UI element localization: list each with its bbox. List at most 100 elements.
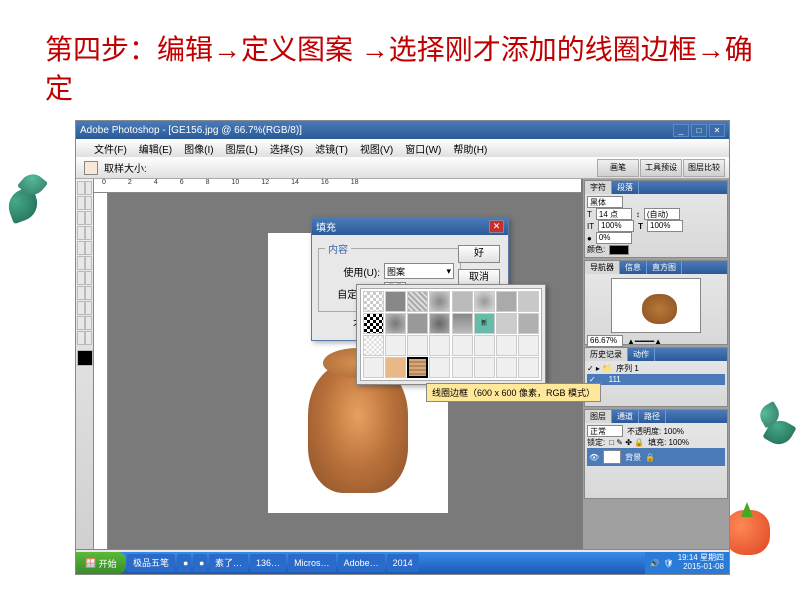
type-tool[interactable] xyxy=(85,286,93,300)
menu-window[interactable]: 窗口(W) xyxy=(405,141,441,156)
tab-history[interactable]: 历史记录 xyxy=(585,348,628,361)
pattern-item[interactable] xyxy=(429,357,450,378)
pattern-item[interactable] xyxy=(452,313,473,334)
system-tray[interactable]: 🔊🛡 19:14 星期四 2015-01-08 xyxy=(645,552,729,574)
blend-mode[interactable]: 正常 xyxy=(587,425,623,437)
leading[interactable]: (自动) xyxy=(644,208,680,220)
ime-indicator[interactable]: 极品五笔 xyxy=(127,554,175,572)
pattern-item[interactable] xyxy=(518,357,539,378)
move-tool[interactable] xyxy=(77,181,85,195)
close-button[interactable]: ✕ xyxy=(709,124,725,137)
pattern-item[interactable] xyxy=(496,291,517,312)
zoom-value[interactable]: 66.67% xyxy=(587,335,623,347)
pattern-item[interactable] xyxy=(429,291,450,312)
menu-filter[interactable]: 滤镜(T) xyxy=(315,141,348,156)
text-color[interactable] xyxy=(609,245,629,255)
pattern-item[interactable] xyxy=(363,313,384,334)
taskbar-item[interactable]: 素了… xyxy=(209,554,248,572)
dialog-titlebar[interactable]: 填充 ✕ xyxy=(312,218,508,235)
hand-tool[interactable] xyxy=(77,331,85,345)
vscale[interactable]: 100% xyxy=(598,220,634,232)
pattern-item[interactable] xyxy=(518,313,539,334)
pattern-item[interactable] xyxy=(518,335,539,356)
menu-select[interactable]: 选择(S) xyxy=(270,141,303,156)
dialog-close-button[interactable]: ✕ xyxy=(489,220,504,233)
start-button[interactable]: 🪟 开始 xyxy=(76,552,126,574)
blur-tool[interactable] xyxy=(77,271,85,285)
pattern-item[interactable] xyxy=(452,291,473,312)
tab-layers[interactable]: 图层 xyxy=(585,410,612,423)
dodge-tool[interactable] xyxy=(85,271,93,285)
pattern-item[interactable] xyxy=(429,313,450,334)
brushes-btn[interactable]: 画笔 xyxy=(597,159,639,177)
path-tool[interactable] xyxy=(77,286,85,300)
pattern-item[interactable] xyxy=(518,291,539,312)
pattern-item-selected[interactable] xyxy=(407,357,428,378)
eyedropper-tool[interactable] xyxy=(85,316,93,330)
history-brush-tool[interactable] xyxy=(85,241,93,255)
pen-tool[interactable] xyxy=(77,301,85,315)
taskbar-item[interactable]: 2014 xyxy=(387,554,419,572)
layer-compare-btn[interactable]: 图层比较 xyxy=(683,159,725,177)
hscale[interactable]: 100% xyxy=(647,220,683,232)
tool-icon[interactable] xyxy=(84,161,98,175)
stamp-tool[interactable] xyxy=(77,241,85,255)
zoom-tool[interactable] xyxy=(85,331,93,345)
pattern-item[interactable] xyxy=(407,313,428,334)
pattern-item[interactable] xyxy=(452,357,473,378)
gradient-tool[interactable] xyxy=(85,256,93,270)
pattern-item[interactable] xyxy=(407,335,428,356)
pattern-item[interactable] xyxy=(385,357,406,378)
pattern-item[interactable] xyxy=(385,335,406,356)
ps-titlebar[interactable]: Adobe Photoshop - [GE156.jpg @ 66.7%(RGB… xyxy=(76,121,729,139)
taskbar-item[interactable]: Micros… xyxy=(288,554,336,572)
pattern-item[interactable] xyxy=(363,291,384,312)
foreground-color[interactable] xyxy=(77,350,93,366)
pattern-item[interactable] xyxy=(474,291,495,312)
tab-navigator[interactable]: 导航器 xyxy=(585,261,620,274)
menu-help[interactable]: 帮助(H) xyxy=(453,141,487,156)
lasso-tool[interactable] xyxy=(77,196,85,210)
maximize-button[interactable]: □ xyxy=(691,124,707,137)
pattern-item[interactable] xyxy=(385,313,406,334)
pattern-item[interactable] xyxy=(474,335,495,356)
use-select[interactable]: 图案▾ xyxy=(384,263,454,279)
tool-presets-btn[interactable]: 工具预设 xyxy=(640,159,682,177)
pattern-item[interactable] xyxy=(474,357,495,378)
pattern-item[interactable] xyxy=(363,335,384,356)
tab-character[interactable]: 字符 xyxy=(585,181,612,194)
taskbar-item[interactable]: 136… xyxy=(250,554,286,572)
wand-tool[interactable] xyxy=(85,196,93,210)
tab-paths[interactable]: 路径 xyxy=(639,410,666,423)
tab-paragraph[interactable]: 段落 xyxy=(612,181,639,194)
brush-tool[interactable] xyxy=(85,226,93,240)
history-item-selected[interactable]: ✓ 111 xyxy=(587,374,725,385)
tab-actions[interactable]: 动作 xyxy=(628,348,655,361)
menu-file[interactable]: 文件(F) xyxy=(94,141,127,156)
tab-histogram[interactable]: 直方图 xyxy=(647,261,682,274)
menu-edit[interactable]: 编辑(E) xyxy=(139,141,172,156)
pattern-item[interactable] xyxy=(385,291,406,312)
pattern-item[interactable] xyxy=(429,335,450,356)
taskbar-item[interactable]: Adobe… xyxy=(338,554,385,572)
menu-view[interactable]: 视图(V) xyxy=(360,141,393,156)
pattern-item[interactable] xyxy=(496,335,517,356)
notes-tool[interactable] xyxy=(77,316,85,330)
pattern-item[interactable] xyxy=(496,357,517,378)
crop-tool[interactable] xyxy=(77,211,85,225)
tab-channels[interactable]: 通道 xyxy=(612,410,639,423)
menu-layer[interactable]: 图层(L) xyxy=(226,141,258,156)
marquee-tool[interactable] xyxy=(85,181,93,195)
tracking[interactable]: 0% xyxy=(596,232,632,244)
pattern-item[interactable] xyxy=(363,357,384,378)
layer-item[interactable]: 👁 背景 🔒 xyxy=(587,448,725,466)
pattern-item[interactable] xyxy=(452,335,473,356)
eraser-tool[interactable] xyxy=(77,256,85,270)
minimize-button[interactable]: _ xyxy=(673,124,689,137)
menu-image[interactable]: 图像(I) xyxy=(184,141,213,156)
ok-button[interactable]: 好 xyxy=(458,245,500,263)
pattern-item[interactable] xyxy=(407,291,428,312)
shape-tool[interactable] xyxy=(85,301,93,315)
heal-tool[interactable] xyxy=(77,226,85,240)
font-size[interactable]: 14 点 xyxy=(596,208,632,220)
